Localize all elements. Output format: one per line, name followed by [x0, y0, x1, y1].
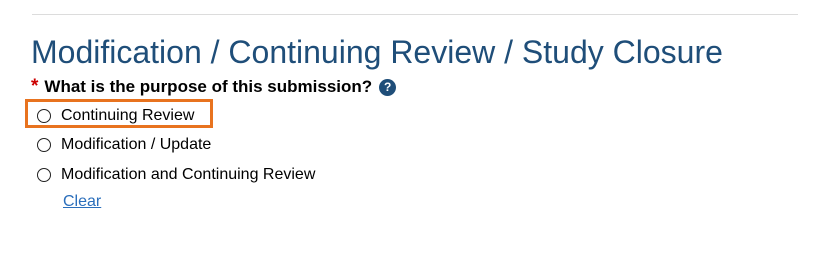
question-label: * What is the purpose of this submission… [31, 76, 397, 98]
radio-option-modification-and-continuing-review[interactable]: Modification and Continuing Review [37, 164, 315, 186]
radio-option-label: Modification and Continuing Review [61, 166, 316, 183]
radio-button[interactable] [37, 138, 51, 152]
required-marker: * [31, 76, 39, 97]
page-title: Modification / Continuing Review / Study… [31, 34, 723, 70]
radio-option-label: Modification / Update [61, 136, 212, 153]
radio-button[interactable] [37, 109, 51, 123]
submission-purpose-panel: Modification / Continuing Review / Study… [0, 0, 822, 257]
radio-option-label: Continuing Review [61, 107, 195, 124]
divider [32, 14, 798, 15]
help-icon[interactable]: ? [379, 78, 397, 96]
clear-link[interactable]: Clear [63, 191, 101, 213]
radio-option-continuing-review[interactable]: Continuing Review [37, 105, 194, 127]
radio-option-modification-update[interactable]: Modification / Update [37, 134, 211, 156]
question-text: What is the purpose of this submission? [44, 77, 373, 96]
radio-button[interactable] [37, 168, 51, 182]
